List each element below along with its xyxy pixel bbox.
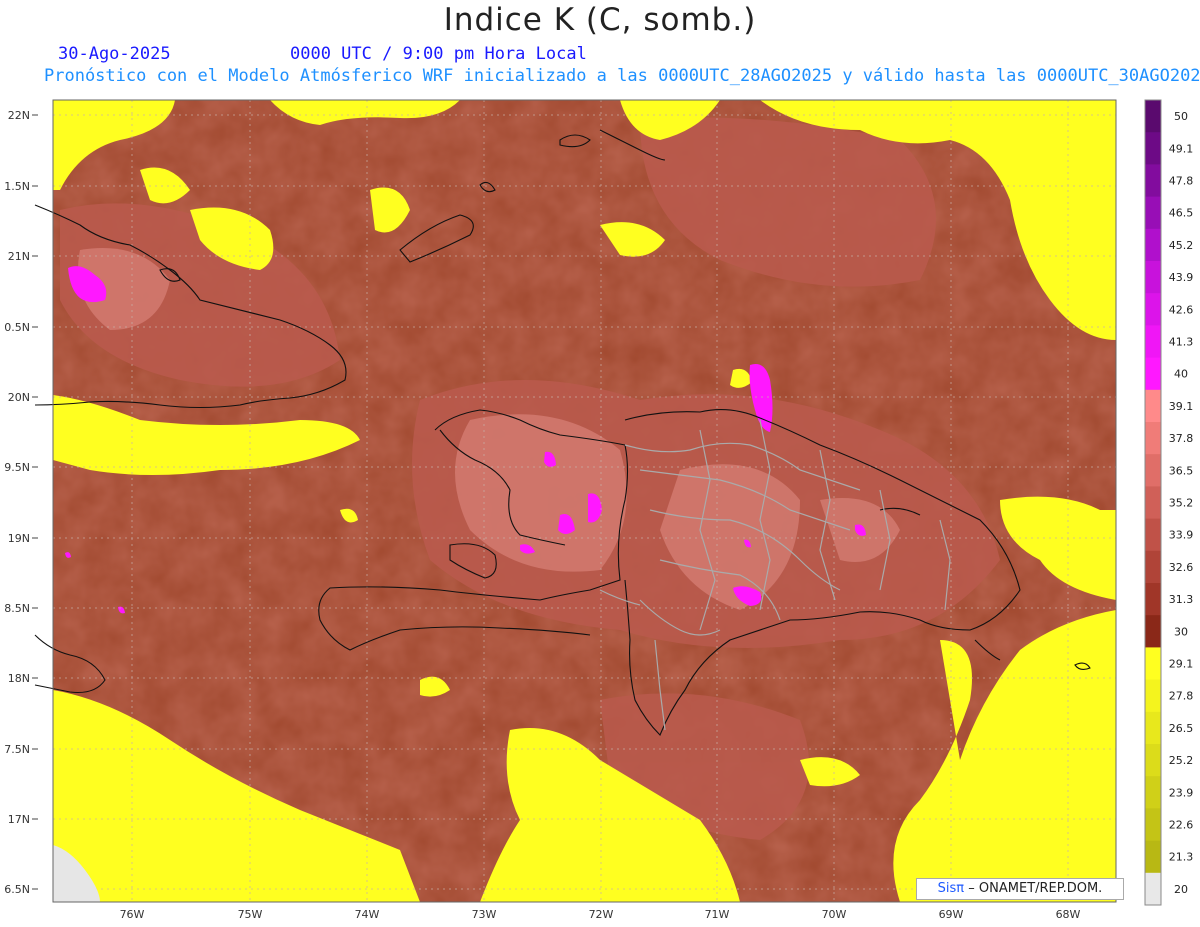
lon-label: 75W (238, 908, 263, 921)
colorbar-label: 45.2 (1169, 239, 1194, 252)
colorbar-swatch (1145, 486, 1161, 520)
colorbar-label: 39.1 (1169, 400, 1194, 413)
lat-label: 7.5N (4, 743, 30, 756)
colorbar-swatch (1145, 422, 1161, 455)
colorbar-label: 40 (1174, 368, 1188, 381)
colorbar-label: 30 (1174, 625, 1188, 638)
k-index-map: 22N 1.5N 21N 0.5N 20N 9.5N 19N 8.5N 18N … (4, 99, 1194, 921)
colorbar-swatch (1145, 196, 1161, 230)
colorbar-label: 25.2 (1169, 754, 1194, 767)
colorbar-label: 43.9 (1169, 271, 1194, 284)
colorbar-swatch (1145, 647, 1161, 681)
colorbar-swatch (1145, 100, 1161, 133)
colorbar-swatch (1145, 711, 1161, 745)
colorbar-swatch (1145, 744, 1161, 777)
longitude-labels: 76W 75W 74W 73W 72W 71W 70W 69W 68W (120, 908, 1081, 921)
lat-label: 0.5N (4, 321, 30, 334)
colorbar-label: 27.8 (1169, 690, 1194, 703)
lat-label: 22N (8, 109, 30, 122)
lat-label: 9.5N (4, 461, 30, 474)
colorbar-swatch (1145, 679, 1161, 713)
colorbar: 50 49.1 47.8 46.5 45.2 43.9 42.6 41.3 40 39.1 37.8… (1144, 99, 1194, 906)
colorbar-label: 36.5 (1169, 464, 1194, 477)
colorbar-label: 23.9 (1169, 786, 1194, 799)
colorbar-swatch (1145, 583, 1161, 616)
colorbar-label: 41.3 (1169, 336, 1194, 349)
lat-label: 19N (8, 532, 30, 545)
lon-label: 68W (1056, 908, 1081, 921)
lat-label: 17N (8, 813, 30, 826)
colorbar-label: 35.2 (1169, 497, 1194, 510)
colorbar-swatch (1145, 840, 1161, 874)
colorbar-label: 31.3 (1169, 593, 1194, 606)
colorbar-swatch (1145, 518, 1161, 552)
valid-time: 0000 UTC / 9:00 pm Hora Local (290, 44, 587, 64)
colorbar-swatch (1145, 325, 1161, 359)
colorbar-label: 21.3 (1169, 851, 1194, 864)
colorbar-label: 26.5 (1169, 722, 1194, 735)
lat-label: 8.5N (4, 602, 30, 615)
colorbar-swatch (1145, 615, 1161, 648)
colorbar-swatch (1145, 550, 1161, 584)
valid-date: 30-Ago-2025 (58, 44, 171, 64)
lat-label: 6.5N (4, 883, 30, 896)
colorbar-label: 22.6 (1169, 819, 1194, 832)
colorbar-label: 42.6 (1169, 303, 1194, 316)
colorbar-swatch (1145, 454, 1161, 487)
model-description: Pronóstico con el Modelo Atmósferico WRF… (44, 66, 1200, 86)
lon-label: 69W (939, 908, 964, 921)
colorbar-swatch (1145, 872, 1161, 906)
colorbar-swatch (1145, 261, 1161, 294)
map-title: Indice K (C, somb.) (443, 2, 757, 38)
colorbar-label: 46.5 (1169, 207, 1194, 220)
lon-label: 72W (589, 908, 614, 921)
lon-label: 76W (120, 908, 145, 921)
colorbar-label: 37.8 (1169, 432, 1194, 445)
lat-label: 21N (8, 250, 30, 263)
lon-label: 71W (705, 908, 730, 921)
colorbar-label: 47.8 (1169, 175, 1194, 188)
credit-box: Sisπ – ONAMET/REP.DOM. (916, 878, 1124, 900)
colorbar-swatch (1145, 228, 1161, 262)
colorbar-swatch (1145, 293, 1161, 326)
colorbar-swatch (1145, 132, 1161, 165)
colorbar-label: 32.6 (1169, 561, 1194, 574)
latitude-labels: 22N 1.5N 21N 0.5N 20N 9.5N 19N 8.5N 18N … (4, 109, 30, 896)
colorbar-swatch (1145, 164, 1161, 198)
colorbar-swatch (1145, 357, 1161, 391)
lon-label: 74W (355, 908, 380, 921)
colorbar-label: 49.1 (1169, 142, 1194, 155)
colorbar-label: 50 (1174, 110, 1188, 123)
colorbar-swatch (1145, 776, 1161, 809)
colorbar-label: 29.1 (1169, 658, 1194, 671)
colorbar-label: 33.9 (1169, 529, 1194, 542)
colorbar-swatch (1145, 808, 1161, 842)
colorbar-label: 20 (1174, 883, 1188, 896)
lon-label: 70W (822, 908, 847, 921)
sispi-logo: Sisπ (937, 881, 965, 896)
lat-tick-marks (32, 114, 38, 890)
lat-label: 1.5N (4, 180, 30, 193)
lat-label: 20N (8, 391, 30, 404)
colorbar-swatch (1145, 389, 1161, 423)
lon-label: 73W (472, 908, 497, 921)
lat-label: 18N (8, 672, 30, 685)
credit-text: – ONAMET/REP.DOM. (968, 881, 1103, 896)
